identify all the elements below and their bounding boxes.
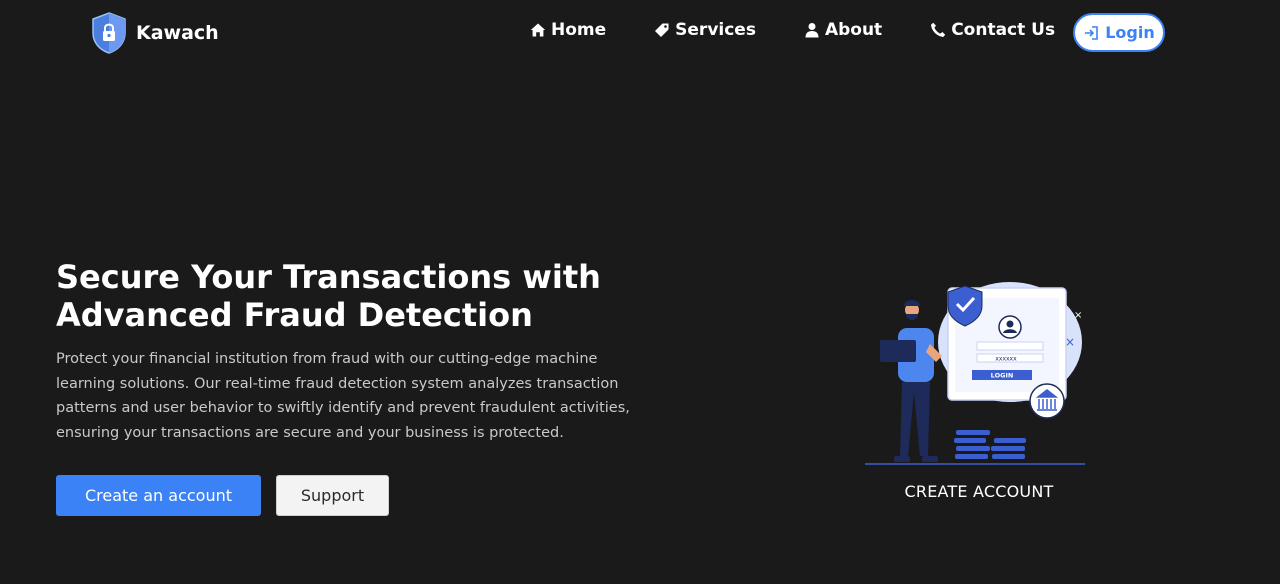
nav-item-contact-us[interactable]: Contact Us xyxy=(930,20,1055,40)
login-label: Login xyxy=(1105,23,1155,42)
support-button[interactable]: Support xyxy=(276,475,389,516)
illustration-caption: CREATE ACCOUNT xyxy=(904,482,1054,501)
brand-name: Kawach xyxy=(136,22,219,44)
nav-item-about[interactable]: About xyxy=(804,20,882,40)
sign-in-icon xyxy=(1085,25,1099,40)
phone-icon xyxy=(931,22,946,37)
hero-title: Secure Your Transactions with Advanced F… xyxy=(56,258,601,334)
user-icon xyxy=(805,23,819,38)
nav-item-services[interactable]: Services xyxy=(654,20,756,40)
close-icon: × xyxy=(1065,335,1075,349)
nav-item-label: About xyxy=(824,20,883,40)
brand[interactable]: Kawach xyxy=(90,11,219,55)
home-icon xyxy=(530,23,546,37)
login-button[interactable]: Login xyxy=(1073,13,1165,52)
create-account-button[interactable]: Create an account xyxy=(56,475,261,516)
nav-item-home[interactable]: Home xyxy=(530,20,606,40)
illustration-login-text: LOGIN xyxy=(991,372,1014,380)
nav-item-label: Contact Us xyxy=(951,20,1056,40)
login-illustration: xxxxxx LOGIN × × xyxy=(865,282,1085,465)
password-mask-text: xxxxxx xyxy=(995,356,1017,363)
shield-lock-icon xyxy=(92,12,126,54)
nav-item-label: Services xyxy=(675,20,756,40)
tag-icon xyxy=(655,23,669,37)
close-icon: × xyxy=(1074,310,1082,321)
main-nav: Home Services About Contact Us xyxy=(530,20,1103,40)
nav-item-label: Home xyxy=(551,20,607,40)
hero-description: Protect your financial institution from … xyxy=(56,351,630,441)
